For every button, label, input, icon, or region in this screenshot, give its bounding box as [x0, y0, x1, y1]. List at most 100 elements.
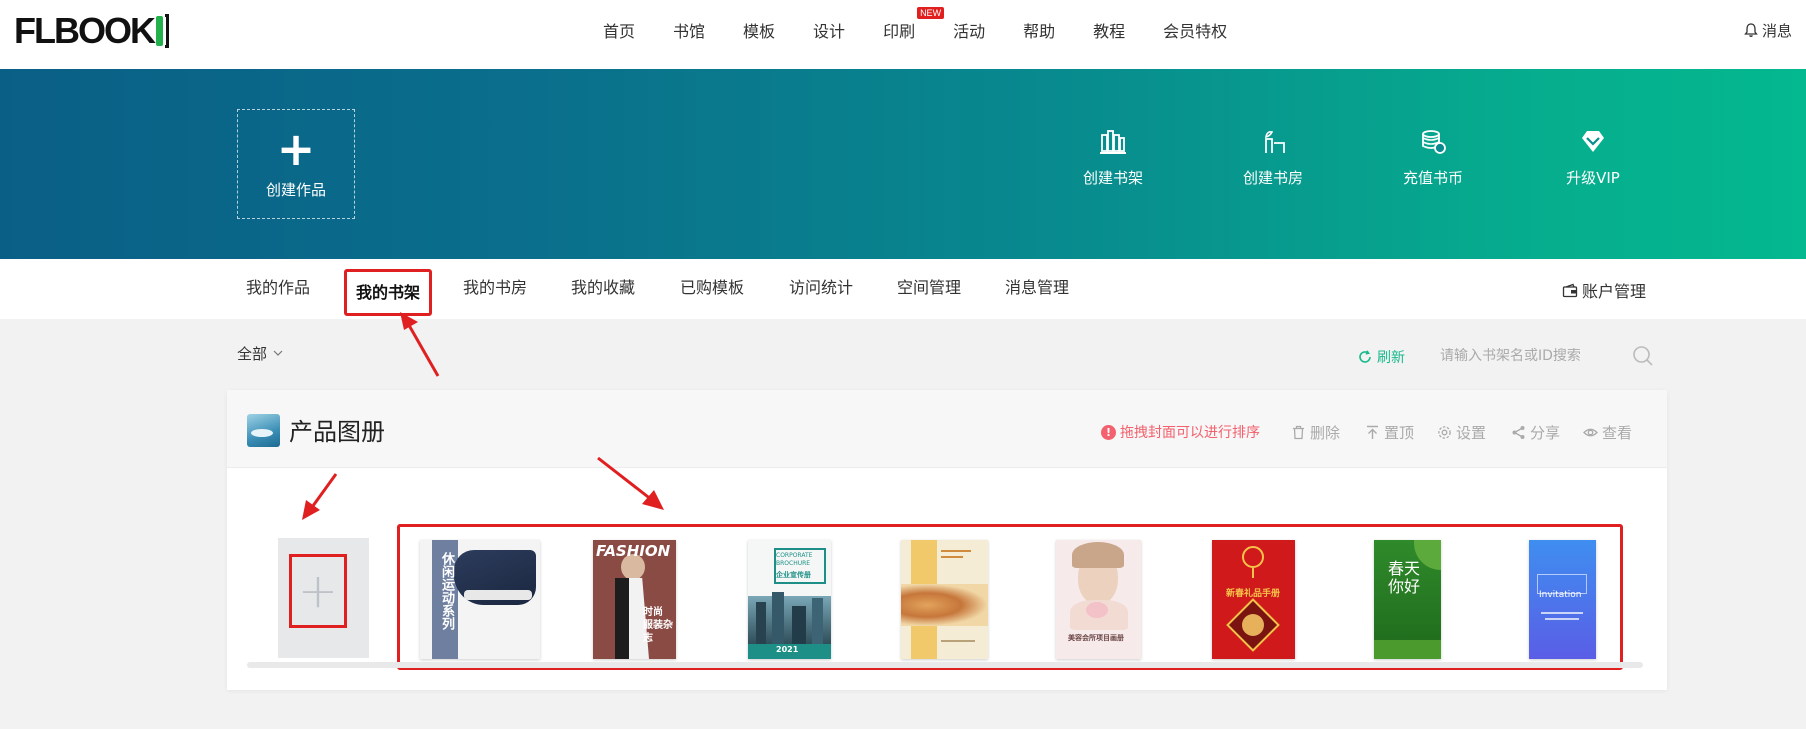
- gear-icon: [1438, 426, 1451, 439]
- nav-item-design[interactable]: 设计: [813, 18, 845, 42]
- wallet-icon: [1562, 283, 1578, 297]
- book-cover-title: 春天你好: [1388, 559, 1421, 596]
- shelf-search: [1440, 340, 1654, 372]
- book-cover[interactable]: Invitation: [1529, 540, 1596, 659]
- nav-item-membership[interactable]: 会员特权: [1163, 18, 1227, 42]
- create-work-button[interactable]: + 创建作品: [237, 109, 355, 219]
- share-icon: [1512, 426, 1525, 439]
- refresh-label: 刷新: [1377, 350, 1405, 366]
- add-book-slot[interactable]: +: [278, 538, 369, 658]
- book-cover-subtitle: 时尚 服装杂志: [643, 607, 673, 644]
- create-study-label: 创建书房: [1242, 169, 1303, 187]
- plus-icon: +: [276, 121, 316, 176]
- create-study-button[interactable]: 创建书房: [1218, 127, 1328, 188]
- filter-label: 全部: [237, 345, 268, 363]
- shelf-card: 产品图册 ! 拖拽封面可以进行排序 删除 置顶 设置 分享 查看 + 休闲运动系…: [227, 390, 1667, 690]
- messages-link[interactable]: 消息: [1744, 20, 1792, 41]
- logo-bracket-icon: [155, 14, 169, 48]
- create-shelf-button[interactable]: 创建书架: [1058, 127, 1168, 188]
- nav-item-print-label: 印刷: [883, 21, 916, 41]
- book-cover-title: CORPORATE BROCHURE: [776, 552, 813, 567]
- settings-label: 设置: [1456, 424, 1487, 442]
- search-input[interactable]: [1440, 348, 1610, 364]
- view-label: 查看: [1602, 424, 1633, 442]
- horizontal-scrollbar[interactable]: [247, 662, 1643, 668]
- bell-icon: [1744, 23, 1758, 37]
- pin-top-button[interactable]: 置顶: [1365, 422, 1414, 443]
- book-cover-year: 2021: [776, 645, 799, 654]
- shelf-card-header: 产品图册 ! 拖拽封面可以进行排序 删除 置顶 设置 分享 查看: [227, 390, 1667, 468]
- account-management-label: 账户管理: [1581, 282, 1646, 301]
- study-room-icon: [1265, 131, 1285, 153]
- book-cover[interactable]: 休闲运动系列: [420, 540, 540, 659]
- tab-message-management[interactable]: 消息管理: [1005, 274, 1069, 304]
- shelf-title: 产品图册: [289, 418, 385, 446]
- new-badge: NEW: [917, 6, 945, 19]
- drag-sort-hint-text: 拖拽封面可以进行排序: [1120, 425, 1260, 441]
- logo-text: FLBOOK: [14, 10, 156, 51]
- recharge-coins-label: 充值书币: [1402, 169, 1463, 187]
- book-cover-title: FASHION: [596, 542, 671, 560]
- nav-item-print[interactable]: 印刷 NEW: [883, 6, 945, 42]
- tab-my-favorites[interactable]: 我的收藏: [571, 274, 635, 304]
- refresh-button[interactable]: 刷新: [1358, 347, 1405, 367]
- nav-item-home[interactable]: 首页: [603, 18, 635, 42]
- create-work-label: 创建作品: [265, 180, 326, 199]
- delete-label: 删除: [1310, 424, 1341, 442]
- plus-icon: +: [297, 563, 339, 619]
- eye-icon: [1583, 428, 1598, 437]
- book-cover-title: 美容会所项目画册: [1068, 634, 1124, 642]
- tab-purchased-templates[interactable]: 已购模板: [680, 274, 744, 304]
- book-cover[interactable]: 美容会所项目画册: [1056, 540, 1141, 659]
- annotation-arrow: [400, 312, 440, 377]
- book-cover-title: Invitation: [1539, 590, 1582, 600]
- coins-icon: [1422, 130, 1446, 154]
- tab-space-management[interactable]: 空间管理: [897, 274, 961, 304]
- recharge-coins-button[interactable]: 充值书币: [1378, 127, 1488, 188]
- book-cover-subtitle: 企业宣传册: [776, 571, 811, 579]
- share-button[interactable]: 分享: [1511, 422, 1560, 443]
- nav-item-help[interactable]: 帮助: [1023, 18, 1055, 42]
- book-cover[interactable]: FASHION 时尚 服装杂志: [593, 540, 676, 659]
- diamond-icon: [1582, 131, 1604, 152]
- book-cover-title: 新春礼品手册: [1226, 589, 1281, 599]
- workspace-banner: + 创建作品 创建书架 创建书房 充值书币 升级VIP: [0, 69, 1806, 259]
- pin-top-icon: [1367, 425, 1378, 439]
- tab-my-shelves[interactable]: 我的书架: [344, 269, 433, 316]
- messages-label: 消息: [1761, 22, 1792, 40]
- main-nav: 首页 书馆 模板 设计 印刷 NEW 活动 帮助 教程 会员特权: [603, 0, 1265, 59]
- tab-my-study[interactable]: 我的书房: [463, 274, 527, 304]
- tab-visit-stats[interactable]: 访问统计: [789, 274, 853, 304]
- flbook-logo[interactable]: FLBOOK: [14, 13, 169, 49]
- chevron-down-icon: [273, 350, 283, 356]
- delete-button[interactable]: 删除: [1291, 422, 1340, 443]
- book-cover[interactable]: CORPORATE BROCHURE 企业宣传册 2021: [748, 540, 831, 659]
- book-cover-title: 休闲运动系列: [439, 552, 454, 630]
- nav-item-library[interactable]: 书馆: [673, 18, 705, 42]
- book-cover[interactable]: [901, 540, 988, 659]
- pin-top-label: 置顶: [1384, 424, 1415, 442]
- search-icon[interactable]: [1632, 345, 1654, 367]
- refresh-icon: [1359, 350, 1371, 363]
- book-cover[interactable]: 新春礼品手册: [1212, 540, 1295, 659]
- view-button[interactable]: 查看: [1583, 422, 1632, 443]
- upgrade-vip-label: 升级VIP: [1566, 169, 1620, 187]
- bookshelf-icon: [1100, 130, 1126, 154]
- drag-sort-hint: ! 拖拽封面可以进行排序: [1101, 422, 1260, 442]
- account-management-link[interactable]: 账户管理: [1562, 278, 1646, 302]
- shelf-thumbnail: [247, 414, 280, 447]
- info-icon: !: [1101, 424, 1116, 440]
- settings-button[interactable]: 设置: [1437, 422, 1486, 443]
- workspace-tabs: 我的作品 我的书架 我的书房 我的收藏 已购模板 访问统计 空间管理 消息管理 …: [0, 259, 1806, 319]
- top-navigation-bar: FLBOOK 首页 书馆 模板 设计 印刷 NEW 活动 帮助 教程 会员特权 …: [0, 0, 1806, 69]
- upgrade-vip-button[interactable]: 升级VIP: [1538, 127, 1648, 188]
- nav-item-tutorials[interactable]: 教程: [1093, 18, 1125, 42]
- tab-my-works[interactable]: 我的作品: [246, 274, 310, 304]
- nav-item-activities[interactable]: 活动: [953, 18, 985, 42]
- book-cover[interactable]: 春天你好: [1374, 540, 1441, 659]
- shelf-card-body: + 休闲运动系列 FASHION 时尚 服装杂志 CORPORATE BROCH…: [227, 468, 1667, 690]
- share-label: 分享: [1530, 424, 1561, 442]
- nav-item-templates[interactable]: 模板: [743, 18, 775, 42]
- create-shelf-label: 创建书架: [1082, 169, 1143, 187]
- filter-dropdown[interactable]: 全部: [237, 343, 283, 364]
